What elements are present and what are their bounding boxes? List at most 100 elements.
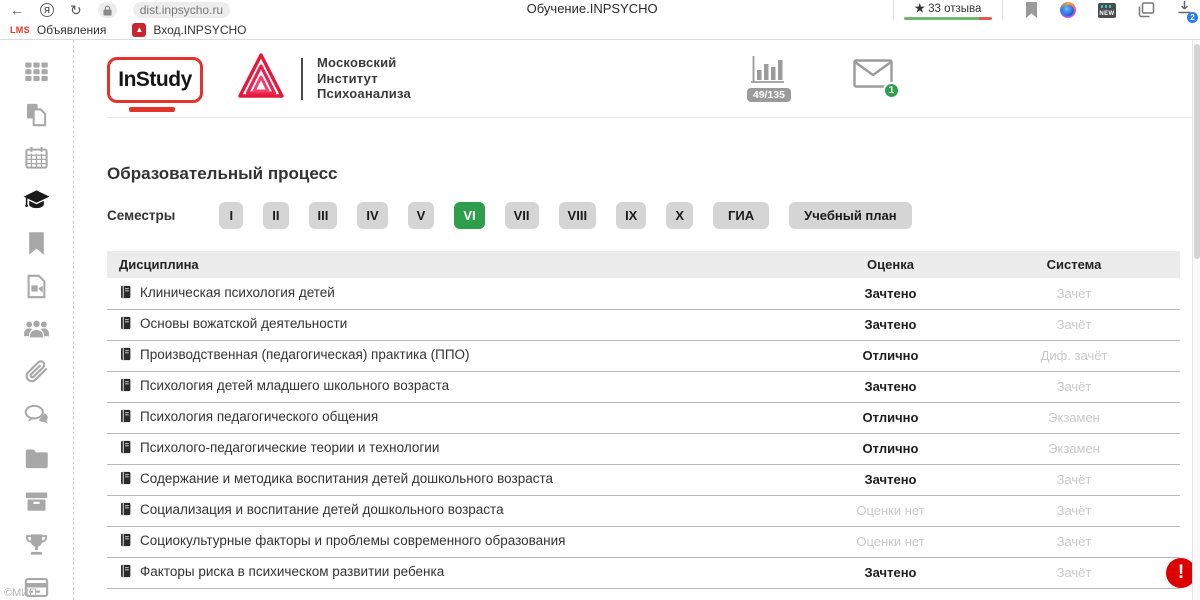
table-row[interactable]: Психология детей младшего школьного возр…: [107, 371, 1180, 402]
discipline-name: Психология педагогического общения: [140, 409, 378, 424]
refresh-icon[interactable]: ↻: [70, 3, 82, 17]
awards-trophy-icon[interactable]: [23, 531, 50, 558]
semester-button-Учебный план[interactable]: Учебный план: [789, 202, 911, 229]
calendar-icon[interactable]: [23, 144, 50, 171]
institute-name: Московский Институт Психоанализа: [317, 55, 411, 103]
progress-stats-icon[interactable]: 49/135: [747, 55, 791, 102]
system-value: Диф. зачёт: [1041, 348, 1108, 363]
book-icon: [119, 502, 132, 519]
semester-button-IX[interactable]: IX: [616, 202, 646, 229]
system-value: Зачёт: [1057, 379, 1092, 394]
system-value: Зачёт: [1057, 472, 1092, 487]
disciplines-tbody: Клиническая психология детей Зачтено Зач…: [107, 278, 1180, 588]
scrollbar[interactable]: [1192, 40, 1200, 600]
address-bar[interactable]: dist.inpsycho.ru: [133, 2, 230, 18]
semester-button-V[interactable]: V: [408, 202, 435, 229]
copyright-label: ©МИП: [4, 587, 37, 599]
yandex-icon[interactable]: Я: [40, 3, 54, 17]
semester-button-III[interactable]: III: [309, 202, 338, 229]
messages-chat-icon[interactable]: [23, 402, 50, 429]
downloads-badge: 2: [1187, 12, 1198, 23]
system-value: Зачёт: [1057, 317, 1092, 332]
grade-value: Зачтено: [865, 317, 917, 332]
book-icon: [119, 564, 132, 581]
mail-badge: 1: [883, 82, 900, 99]
column-grade: Оценка: [813, 251, 968, 278]
semester-button-X[interactable]: X: [666, 202, 693, 229]
table-row[interactable]: Производственная (педагогическая) практи…: [107, 340, 1180, 371]
grade-value: Отлично: [863, 441, 919, 456]
discipline-name: Психолого-педагогические теории и технол…: [140, 440, 439, 455]
apps-grid-icon[interactable]: [23, 58, 50, 85]
table-row[interactable]: Факторы риска в психическом развитии реб…: [107, 557, 1180, 588]
semester-button-VIII[interactable]: VIII: [559, 202, 597, 229]
archive-box-icon[interactable]: [23, 488, 50, 515]
education-graduation-cap-icon[interactable]: [23, 187, 50, 214]
bookmark-announcements[interactable]: LMS Объявления: [10, 23, 106, 37]
rating-bar: [904, 17, 992, 20]
main-content: InStudy Московский Институт Психоанализа: [74, 40, 1200, 600]
extension-orb-icon[interactable]: [1060, 2, 1076, 18]
grade-value: Зачтено: [865, 286, 917, 301]
table-row[interactable]: Основы вожатской деятельности Зачтено За…: [107, 309, 1180, 340]
system-value: Экзамен: [1048, 441, 1100, 456]
grade-value: Зачтено: [865, 565, 917, 580]
grade-value: Отлично: [863, 410, 919, 425]
community-people-icon[interactable]: [23, 316, 50, 343]
documents-icon[interactable]: [23, 101, 50, 128]
table-row[interactable]: Клиническая психология детей Зачтено Зач…: [107, 278, 1180, 309]
book-icon: [119, 285, 132, 302]
discipline-name: Психология детей младшего школьного возр…: [140, 378, 449, 393]
video-file-icon[interactable]: [23, 273, 50, 300]
table-row[interactable]: Социализация и воспитание детей дошкольн…: [107, 495, 1180, 526]
book-icon: [119, 316, 132, 333]
semester-button-VII[interactable]: VII: [505, 202, 539, 229]
semester-button-I[interactable]: I: [219, 202, 243, 229]
table-row[interactable]: Психолого-педагогические теории и технол…: [107, 433, 1180, 464]
mip-favicon-icon: ▲: [132, 23, 146, 37]
table-row[interactable]: Психология педагогического общения Отлич…: [107, 402, 1180, 433]
scrollbar-thumb[interactable]: [1194, 44, 1200, 259]
book-icon: [119, 409, 132, 426]
book-icon: [119, 533, 132, 550]
bookmark-flag-icon[interactable]: [1025, 2, 1038, 18]
semester-button-IV[interactable]: IV: [357, 202, 387, 229]
semester-selector: Семестры IIIIIIIVVVIVIIVIIIIXXГИАУчебный…: [107, 202, 1200, 229]
book-icon: [119, 378, 132, 395]
grade-value: Зачтено: [865, 379, 917, 394]
semesters-label: Семестры: [107, 208, 175, 223]
table-header-row: Дисциплина Оценка Система: [107, 251, 1180, 278]
new-extension-icon[interactable]: NEW: [1098, 3, 1116, 18]
lms-favicon-icon: LMS: [10, 25, 30, 35]
system-value: Зачёт: [1057, 286, 1092, 301]
attachments-paperclip-icon[interactable]: [23, 359, 50, 386]
discipline-name: Основы вожатской деятельности: [140, 316, 347, 331]
reviews-widget[interactable]: ★ 33 отзыва: [893, 0, 1003, 20]
sidebar: ©МИП: [0, 40, 74, 600]
mip-triangle-logo-icon: [237, 52, 285, 105]
book-icon: [119, 440, 132, 457]
discipline-name: Социокультурные факторы и проблемы совре…: [140, 533, 565, 548]
bookmark-icon[interactable]: [23, 230, 50, 257]
semester-button-II[interactable]: II: [263, 202, 288, 229]
semester-button-ГИА[interactable]: ГИА: [713, 202, 769, 229]
instudy-logo: InStudy: [107, 57, 203, 103]
bookmark-login-inpsycho[interactable]: ▲ Вход.INPSYCHO: [132, 23, 246, 37]
files-folder-icon[interactable]: [23, 445, 50, 472]
table-row[interactable]: Содержание и методика воспитания детей д…: [107, 464, 1180, 495]
table-row[interactable]: Социокультурные факторы и проблемы совре…: [107, 526, 1180, 557]
disciplines-table: Дисциплина Оценка Система Клиническая пс…: [107, 251, 1180, 589]
collections-icon[interactable]: [1138, 2, 1155, 18]
semester-button-VI[interactable]: VI: [454, 202, 484, 229]
brand-divider: [301, 58, 303, 100]
system-value: Зачёт: [1057, 534, 1092, 549]
downloads-icon[interactable]: 2: [1177, 0, 1192, 20]
system-value: Зачёт: [1057, 565, 1092, 580]
mail-icon[interactable]: 1: [853, 59, 893, 93]
reviews-label: 33 отзыва: [928, 3, 981, 15]
grade-value: Зачтено: [865, 472, 917, 487]
discipline-name: Производственная (педагогическая) практи…: [140, 347, 470, 362]
book-icon: [119, 347, 132, 364]
back-icon[interactable]: ←: [10, 3, 24, 17]
book-icon: [119, 471, 132, 488]
